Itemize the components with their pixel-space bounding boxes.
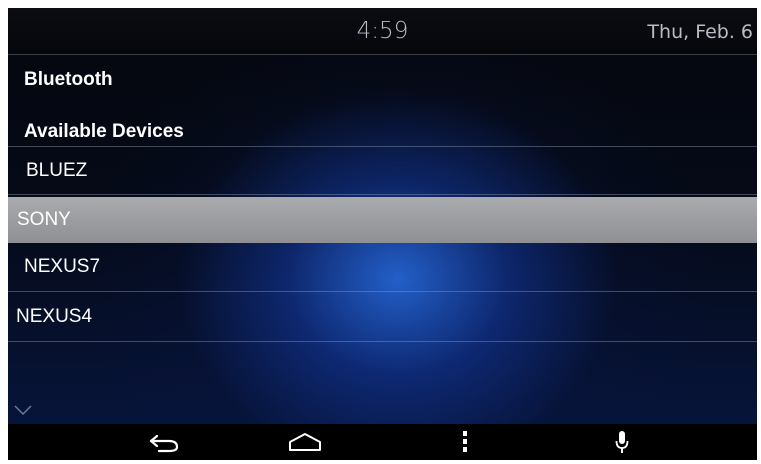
microphone-icon (615, 431, 629, 453)
device-label: BLUEZ (26, 160, 88, 181)
device-row-sony[interactable]: SONY (8, 197, 757, 243)
divider (8, 194, 757, 195)
status-bar: 4:59 Thu, Feb. 6 (8, 8, 757, 55)
divider (8, 146, 757, 147)
divider (8, 291, 757, 292)
microphone-button[interactable] (592, 424, 652, 460)
section-header-available-devices: Available Devices (24, 121, 184, 142)
divider (8, 341, 757, 342)
device-label: NEXUS7 (24, 256, 101, 277)
page-title: Bluetooth (24, 69, 113, 90)
screen: 4:59 Thu, Feb. 6 Bluetooth Available Dev… (8, 8, 757, 460)
back-icon (149, 434, 179, 453)
device-row-nexus7[interactable]: NEXUS7 (8, 244, 757, 290)
home-button[interactable] (275, 424, 335, 460)
navigation-bar (8, 424, 757, 460)
back-button[interactable] (135, 424, 195, 460)
menu-icon (463, 431, 467, 452)
device-row-nexus4[interactable]: NEXUS4 (8, 294, 757, 340)
home-icon (289, 433, 321, 451)
date: Thu, Feb. 6 (647, 21, 753, 43)
menu-button[interactable] (435, 424, 495, 460)
device-label: SONY (17, 209, 71, 230)
scroll-down-chevron-icon[interactable] (14, 404, 32, 416)
device-label: NEXUS4 (16, 306, 93, 327)
clock: 4:59 (356, 18, 409, 44)
device-row-bluez[interactable]: BLUEZ (8, 148, 757, 194)
